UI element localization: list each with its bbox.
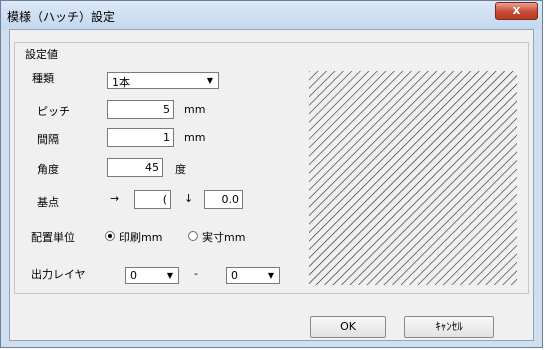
print-mm-radio[interactable] [105,231,115,241]
output-layer-from-value: 0 [130,269,137,282]
right-arrow-icon: → [110,192,120,205]
print-mm-label[interactable]: 印刷mm [119,229,162,245]
spacing-label: 間隔 [37,133,59,146]
angle-input[interactable]: 45 [107,158,163,177]
base-point-label: 基点 [37,196,59,209]
chevron-down-icon[interactable]: ▼ [264,269,278,282]
pitch-unit: mm [184,103,206,116]
output-layer-to-select[interactable]: 0 ▼ [226,267,280,284]
output-layer-from-select[interactable]: 0 ▼ [125,267,179,284]
chevron-down-icon[interactable]: ▼ [203,74,217,87]
kind-select[interactable]: 1本 ▼ [107,72,219,89]
angle-unit: 度 [175,163,186,176]
chevron-down-icon[interactable]: ▼ [163,269,177,282]
kind-label: 種類 [32,72,54,85]
kind-select-value: 1本 [112,76,130,89]
hatch-settings-dialog: 模様（ハッチ）設定 x 設定値 種類 1本 ▼ ピッチ 5 mm 間隔 1 mm… [0,0,543,348]
window-title: 模様（ハッチ）設定 [7,10,116,24]
close-icon: x [512,3,521,17]
cancel-button[interactable]: ｷｬﾝｾﾙ [404,316,494,338]
settings-group: 設定値 種類 1本 ▼ ピッチ 5 mm 間隔 1 mm 角度 45 度 基点 … [14,42,529,294]
base-point-y-input[interactable]: 0.0 [204,190,243,209]
placement-unit-label: 配置単位 [31,231,75,244]
settings-group-label: 設定値 [23,46,60,62]
hatch-preview [309,71,517,285]
down-arrow-icon: ↓ [184,192,194,205]
actual-mm-radio[interactable] [188,231,198,241]
title-bar[interactable]: 模様（ハッチ）設定 x [1,1,542,29]
spacing-unit: mm [184,131,206,144]
ok-button[interactable]: OK [310,316,386,338]
base-point-x-input[interactable]: ( [134,190,171,209]
output-layer-label: 出力レイヤ [31,268,86,281]
angle-label: 角度 [37,163,59,176]
spacing-input[interactable]: 1 [107,128,174,147]
pitch-input[interactable]: 5 [107,100,174,119]
pitch-label: ピッチ [37,105,70,118]
actual-mm-label[interactable]: 実寸mm [202,229,245,245]
dialog-body: 設定値 種類 1本 ▼ ピッチ 5 mm 間隔 1 mm 角度 45 度 基点 … [9,29,534,341]
output-layer-separator: - [194,267,198,280]
close-button[interactable]: x [495,2,538,20]
output-layer-to-value: 0 [231,269,238,282]
